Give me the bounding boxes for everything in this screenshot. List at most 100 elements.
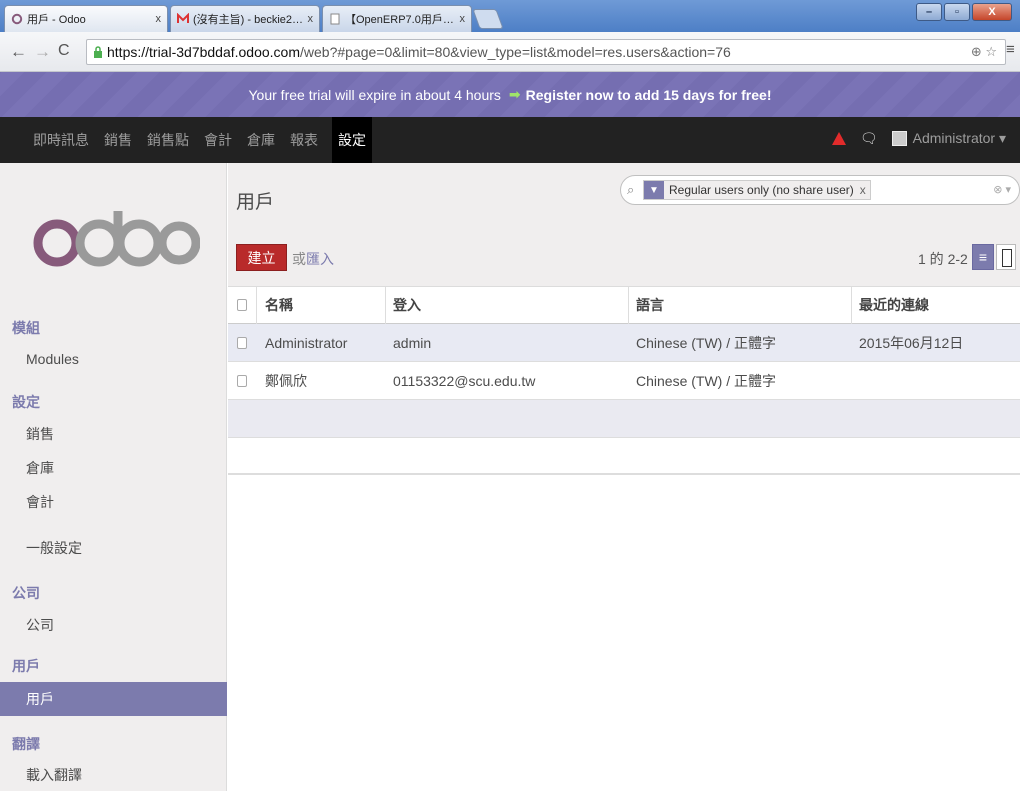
avatar	[891, 131, 907, 146]
cell-name: Administrator	[265, 334, 348, 351]
main-content: 用戶 ⌕ ▼ Regular users only (no share user…	[228, 163, 1020, 791]
menu-item-settings[interactable]: 設定	[332, 117, 372, 163]
tab-close-icon[interactable]: x	[456, 13, 466, 25]
odoo-favicon-icon	[11, 13, 23, 25]
filter-icon: ▼	[644, 181, 664, 199]
window-close-button[interactable]: X	[972, 3, 1012, 21]
tab-close-icon[interactable]: x	[152, 13, 162, 25]
cell-language: Chinese (TW) / 正體字	[636, 334, 777, 351]
form-view-icon[interactable]	[996, 244, 1016, 270]
trial-text: Your free trial will expire in about 4 h…	[248, 86, 501, 103]
search-icon[interactable]: ⌕	[627, 182, 634, 198]
section-configuration: 設定	[12, 394, 40, 410]
tab-label: 【OpenERP7.0用戶手冊】	[345, 14, 456, 26]
top-menu-right: 🗨 Administrator ▾	[831, 130, 1006, 147]
menu-item-warehouse[interactable]: 倉庫	[246, 130, 276, 163]
sidebar-item-general-settings[interactable]: 一般設定	[0, 531, 227, 565]
forward-icon[interactable]: →	[34, 42, 51, 62]
zoom-bookmark-icons[interactable]: ⊕ ☆	[971, 44, 997, 60]
odoo-logo	[33, 211, 200, 267]
cell-login: admin	[393, 334, 432, 351]
cell-last-connection: 2015年06月12日	[859, 334, 964, 351]
tab-close-icon[interactable]: x	[304, 13, 314, 25]
control-panel: 用戶 ⌕ ▼ Regular users only (no share user…	[228, 163, 1020, 287]
column-name[interactable]: 名稱	[265, 295, 293, 315]
tab-gmail[interactable]: (沒有主旨) - beckie21993 x	[170, 5, 320, 32]
tab-odoo-users[interactable]: 用戶 - Odoo x	[4, 5, 168, 32]
column-login[interactable]: 登入	[393, 295, 421, 315]
import-link[interactable]: 匯入	[306, 249, 334, 269]
cell-name: 鄭佩欣	[265, 372, 307, 389]
chat-icon[interactable]: 🗨	[860, 130, 878, 147]
url-host: https://trial-3d7bddaf.odoo.com	[107, 44, 301, 60]
url-path: /web?#page=0&limit=80&view_type=list&mod…	[300, 44, 731, 60]
new-tab-button[interactable]	[472, 9, 504, 29]
row-checkbox[interactable]	[237, 336, 247, 349]
tab-label: 用戶 - Odoo	[27, 14, 86, 26]
list-bottom-divider	[228, 473, 1020, 475]
cell-language: Chinese (TW) / 正體字	[636, 372, 777, 389]
gmail-favicon-icon	[177, 13, 189, 23]
users-table: 名稱 登入 語言 最近的連線 Administrator admin Chine…	[228, 287, 1020, 438]
column-separator	[385, 287, 386, 324]
filter-facet: ▼ Regular users only (no share user) x	[643, 180, 871, 200]
table-row[interactable]: Administrator admin Chinese (TW) / 正體字 2…	[228, 324, 1020, 362]
table-header: 名稱 登入 語言 最近的連線	[228, 287, 1020, 324]
menu-item-accounting[interactable]: 會計	[203, 130, 233, 163]
section-companies: 公司	[12, 585, 40, 601]
sidebar-item-warehouse[interactable]: 倉庫	[0, 451, 227, 485]
search-box[interactable]: ⌕ ▼ Regular users only (no share user) x…	[620, 175, 1020, 205]
create-button[interactable]: 建立	[236, 244, 287, 271]
cell-login: 01153322@scu.edu.tw	[393, 372, 536, 389]
section-modules: 模組	[12, 320, 40, 336]
sidebar-item-users[interactable]: 用戶	[0, 682, 227, 716]
browser-toolbar: ← → C https://trial-3d7bddaf.odoo.com/we…	[0, 32, 1020, 72]
reload-icon[interactable]: C	[58, 42, 70, 60]
url-text: https://trial-3d7bddaf.odoo.com/web?#pag…	[107, 44, 731, 60]
warning-icon[interactable]	[831, 132, 846, 145]
lock-icon	[94, 46, 102, 58]
top-menu: 即時訊息 銷售 銷售點 會計 倉庫 報表 設定 🗨 Administrator …	[0, 117, 1020, 163]
select-all-checkbox[interactable]	[237, 299, 247, 311]
user-menu[interactable]: Administrator ▾	[913, 130, 1006, 147]
arrow-right-icon: ➡	[508, 86, 521, 102]
section-users: 用戶	[12, 658, 40, 674]
section-translations: 翻譯	[12, 736, 40, 752]
window-controls: – ▫ X	[916, 3, 1012, 21]
menu-item-pos[interactable]: 銷售點	[146, 130, 190, 163]
browser-menu-icon[interactable]: ≡	[1006, 41, 1015, 58]
list-view-icon[interactable]: ≡	[972, 244, 994, 270]
trial-banner: Your free trial will expire in about 4 h…	[0, 72, 1020, 117]
register-link-text: Register now to add 15 days for free!	[525, 86, 772, 103]
pager[interactable]: 1 的 2-2	[918, 249, 968, 269]
search-options-icon[interactable]: ⊗ ▾	[993, 183, 1011, 196]
sidebar-item-accounting[interactable]: 會計	[0, 485, 227, 519]
tab-openerp-manual[interactable]: 【OpenERP7.0用戶手冊】 x	[322, 5, 472, 32]
sidebar-item-modules[interactable]: Modules	[0, 342, 227, 376]
or-label: 或	[292, 251, 306, 267]
column-last-connection[interactable]: 最近的連線	[859, 295, 929, 315]
browser-tabstrip: 用戶 - Odoo x (沒有主旨) - beckie21993 x 【Open…	[0, 0, 1020, 32]
column-separator	[628, 287, 629, 324]
menu-item-discuss[interactable]: 即時訊息	[32, 130, 90, 163]
remove-facet-icon[interactable]: x	[860, 183, 866, 197]
register-link[interactable]: ➡ Register now to add 15 days for free!	[509, 86, 772, 103]
sidebar-item-load-translation[interactable]: 載入翻譯	[0, 760, 227, 790]
table-row[interactable]: 鄭佩欣 01153322@scu.edu.tw Chinese (TW) / 正…	[228, 362, 1020, 400]
sidebar-item-sales[interactable]: 銷售	[0, 417, 227, 451]
row-checkbox[interactable]	[237, 374, 247, 387]
table-empty-row	[228, 400, 1020, 438]
page-title: 用戶	[236, 192, 275, 213]
sidebar-item-companies[interactable]: 公司	[0, 608, 227, 642]
column-separator	[256, 287, 257, 324]
column-separator	[851, 287, 852, 324]
menu-item-reports[interactable]: 報表	[289, 130, 319, 163]
column-language[interactable]: 語言	[636, 295, 664, 315]
left-sidebar: 模組 Modules 設定 銷售 倉庫 會計 一般設定 公司 公司 用戶 用戶 …	[0, 163, 227, 791]
address-bar[interactable]: https://trial-3d7bddaf.odoo.com/web?#pag…	[86, 39, 1006, 65]
filter-facet-label: Regular users only (no share user)	[669, 183, 854, 197]
menu-item-sales[interactable]: 銷售	[103, 130, 133, 163]
minimize-button[interactable]: –	[916, 3, 942, 21]
back-icon[interactable]: ←	[10, 42, 27, 62]
restore-button[interactable]: ▫	[944, 3, 970, 21]
